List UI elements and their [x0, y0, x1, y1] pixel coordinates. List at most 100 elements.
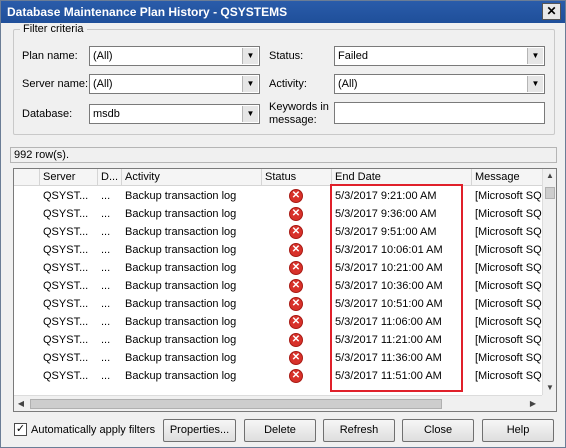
activity-label: Activity: — [269, 78, 307, 90]
plan-name-label: Plan name: — [22, 50, 78, 62]
server-name-label: Server name: — [22, 78, 89, 90]
cell-d: ... — [101, 352, 111, 364]
cell-d: ... — [101, 334, 111, 346]
cell-server: QSYST... — [43, 334, 89, 346]
cell-d: ... — [101, 262, 111, 274]
error-x-icon: ✕ — [289, 207, 303, 221]
cell-d: ... — [101, 244, 111, 256]
cell-message: [Microsoft SQL — [475, 226, 542, 238]
activity-value: (All) — [338, 78, 358, 90]
cell-server: QSYST... — [43, 190, 89, 202]
maintenance-history-window: Database Maintenance Plan History - QSYS… — [0, 0, 566, 448]
column-header-server[interactable]: Server — [40, 169, 98, 186]
cell-activity: Backup transaction log — [125, 298, 237, 310]
cell-d: ... — [101, 370, 111, 382]
scroll-corner — [542, 395, 556, 411]
cell-activity: Backup transaction log — [125, 334, 237, 346]
cell-server: QSYST... — [43, 370, 89, 382]
cell-server: QSYST... — [43, 226, 89, 238]
error-x-icon: ✕ — [289, 225, 303, 239]
end-date-highlight-box — [330, 184, 463, 392]
status-select[interactable]: Failed ▼ — [334, 46, 545, 66]
horizontal-scrollbar[interactable]: ◀ ▶ — [14, 395, 542, 411]
status-value: Failed — [338, 50, 368, 62]
cell-d: ... — [101, 190, 111, 202]
activity-select[interactable]: (All) ▼ — [334, 74, 545, 94]
plan-name-value: (All) — [93, 50, 113, 62]
cell-d: ... — [101, 298, 111, 310]
cell-activity: Backup transaction log — [125, 226, 237, 238]
grid-header: Server D... Activity Status End Date Mes… — [14, 169, 556, 186]
cell-activity: Backup transaction log — [125, 352, 237, 364]
cell-activity: Backup transaction log — [125, 190, 237, 202]
cell-server: QSYST... — [43, 298, 89, 310]
auto-apply-checkbox[interactable]: ✓ — [14, 423, 27, 436]
cell-message: [Microsoft SQL — [475, 316, 542, 328]
column-header-select[interactable] — [14, 169, 40, 186]
cell-message: [Microsoft SQL — [475, 298, 542, 310]
column-header-activity[interactable]: Activity — [122, 169, 262, 186]
cell-message: [Microsoft SQL — [475, 370, 542, 382]
database-select[interactable]: msdb ▼ — [89, 104, 260, 124]
close-button[interactable]: Close — [402, 419, 474, 442]
error-x-icon: ✕ — [289, 279, 303, 293]
cell-d: ... — [101, 280, 111, 292]
cell-message: [Microsoft SQL — [475, 244, 542, 256]
plan-name-select[interactable]: (All) ▼ — [89, 46, 260, 66]
cell-message: [Microsoft SQL — [475, 334, 542, 346]
chevron-down-icon[interactable]: ▼ — [242, 76, 258, 92]
cell-message: [Microsoft SQL — [475, 280, 542, 292]
cell-activity: Backup transaction log — [125, 208, 237, 220]
error-x-icon: ✕ — [289, 351, 303, 365]
cell-d: ... — [101, 316, 111, 328]
cell-message: [Microsoft SQL — [475, 208, 542, 220]
horizontal-scroll-thumb[interactable] — [30, 399, 442, 409]
vertical-scrollbar[interactable]: ▲ ▼ — [542, 169, 556, 395]
server-name-select[interactable]: (All) ▼ — [89, 74, 260, 94]
database-value: msdb — [93, 108, 120, 120]
window-title: Database Maintenance Plan History - QSYS… — [7, 5, 288, 19]
server-name-value: (All) — [93, 78, 113, 90]
cell-activity: Backup transaction log — [125, 262, 237, 274]
error-x-icon: ✕ — [289, 315, 303, 329]
window-close-button[interactable]: ✕ — [542, 3, 561, 20]
error-x-icon: ✕ — [289, 243, 303, 257]
scroll-down-icon[interactable]: ▼ — [543, 381, 556, 395]
cell-server: QSYST... — [43, 208, 89, 220]
properties-button[interactable]: Properties... — [163, 419, 236, 442]
column-header-d[interactable]: D... — [98, 169, 122, 186]
history-grid[interactable]: Server D... Activity Status End Date Mes… — [13, 168, 557, 412]
cell-message: [Microsoft SQL — [475, 262, 542, 274]
scroll-up-icon[interactable]: ▲ — [543, 169, 556, 183]
filter-criteria-legend: Filter criteria — [20, 23, 87, 35]
chevron-down-icon[interactable]: ▼ — [242, 48, 258, 64]
status-label: Status: — [269, 50, 304, 62]
column-header-status[interactable]: Status — [262, 169, 332, 186]
chevron-down-icon[interactable]: ▼ — [527, 48, 543, 64]
keywords-input[interactable] — [334, 102, 545, 124]
help-button[interactable]: Help — [482, 419, 554, 442]
cell-server: QSYST... — [43, 316, 89, 328]
vertical-scroll-thumb[interactable] — [545, 187, 555, 199]
auto-apply-label: Automatically apply filters — [31, 424, 156, 436]
error-x-icon: ✕ — [289, 297, 303, 311]
cell-activity: Backup transaction log — [125, 280, 237, 292]
database-label: Database: — [22, 108, 73, 120]
cell-server: QSYST... — [43, 280, 89, 292]
row-count-bar: 992 row(s). — [10, 147, 557, 163]
cell-message: [Microsoft SQL — [475, 352, 542, 364]
keywords-label-line2: message: — [269, 114, 317, 126]
scroll-right-icon[interactable]: ▶ — [526, 397, 540, 411]
cell-server: QSYST... — [43, 262, 89, 274]
chevron-down-icon[interactable]: ▼ — [527, 76, 543, 92]
delete-button[interactable]: Delete — [244, 419, 316, 442]
cell-d: ... — [101, 226, 111, 238]
cell-activity: Backup transaction log — [125, 370, 237, 382]
refresh-button[interactable]: Refresh — [323, 419, 395, 442]
scroll-left-icon[interactable]: ◀ — [14, 397, 28, 411]
row-count-text: 992 row(s). — [14, 149, 70, 161]
error-x-icon: ✕ — [289, 333, 303, 347]
error-x-icon: ✕ — [289, 189, 303, 203]
error-x-icon: ✕ — [289, 369, 303, 383]
chevron-down-icon[interactable]: ▼ — [242, 106, 258, 122]
